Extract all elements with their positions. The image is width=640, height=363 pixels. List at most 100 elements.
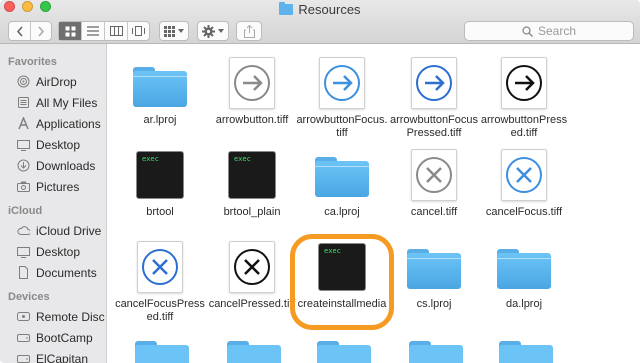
disc-icon (17, 310, 30, 323)
sidebar-item-applications[interactable]: Applications (0, 113, 106, 134)
drive-icon (17, 331, 30, 344)
file-item[interactable]: exec brtool_plain (206, 149, 298, 219)
chevron-down-icon (178, 29, 184, 33)
folder-icon[interactable] (499, 341, 553, 363)
downloads-icon (17, 159, 30, 172)
sidebar-item-label: iCloud Drive (36, 223, 102, 238)
sidebar-item-remote-disc[interactable]: Remote Disc (0, 306, 106, 327)
window-title-text: Resources (298, 2, 361, 17)
file-name: arrowbuttonFocusPressed.tiff (389, 114, 479, 139)
list-view-button[interactable] (82, 22, 105, 40)
coverflow-view-button[interactable] (128, 22, 149, 40)
chevron-down-icon (218, 29, 224, 33)
file-name: ca.lproj (324, 206, 360, 218)
file-item[interactable]: cs.lproj (388, 241, 480, 311)
sidebar-item-desktop[interactable]: Desktop (0, 134, 106, 155)
arrow-right-icon (411, 57, 457, 109)
file-item[interactable]: exec brtool (114, 149, 206, 219)
sidebar-item-label: All My Files (36, 95, 98, 110)
navigation-buttons (8, 21, 52, 41)
desktop-icon (17, 138, 30, 151)
x-circle-icon (411, 149, 457, 201)
sidebar-item-label: Remote Disc (36, 309, 105, 324)
sidebar-item-elcapitan[interactable]: ElCapitan (0, 348, 106, 363)
sidebar-item-label: Desktop (36, 137, 81, 152)
window-title: Resources (0, 2, 640, 17)
sidebar-item-downloads[interactable]: Downloads (0, 155, 106, 176)
sidebar-item-pictures[interactable]: Pictures (0, 176, 106, 197)
terminal-icon: exec (228, 151, 276, 199)
arrow-right-icon (501, 57, 547, 109)
file-item[interactable]: arrowbuttonFocus.tiff (296, 57, 388, 140)
view-mode-selector (58, 21, 150, 41)
sidebar-item-airdrop[interactable]: AirDrop (0, 71, 106, 92)
airdrop-icon (17, 75, 30, 88)
arrow-right-icon (229, 57, 275, 109)
documents-icon (17, 266, 30, 279)
action-button[interactable] (197, 21, 229, 41)
sidebar: Favorites AirDrop All My Files Applicati… (0, 44, 107, 363)
sidebar-section-favorites: Favorites (8, 56, 57, 68)
drive-icon (17, 352, 30, 363)
folder-icon[interactable] (227, 341, 281, 363)
file-name: cs.lproj (416, 298, 452, 310)
cloud-icon (17, 224, 30, 237)
sidebar-item-label: ElCapitan (36, 351, 89, 363)
terminal-icon: exec (136, 151, 184, 199)
file-item[interactable]: arrowbuttonFocusPressed.tiff (388, 57, 480, 140)
folder-icon[interactable] (317, 341, 371, 363)
sidebar-item-documents[interactable]: Documents (0, 262, 106, 283)
icon-view-button[interactable] (59, 22, 82, 40)
sidebar-item-icloud-drive[interactable]: iCloud Drive (0, 220, 106, 241)
folder-icon (315, 157, 369, 197)
file-item[interactable]: cancel.tiff (388, 149, 480, 219)
desktop-icon (17, 245, 30, 258)
arrange-grid-icon (164, 25, 175, 37)
applications-icon (17, 117, 30, 130)
file-name: cancelFocusPressed.tiff (115, 298, 205, 323)
share-button[interactable] (236, 21, 262, 41)
sidebar-item-label: Downloads (36, 158, 96, 173)
gear-icon (202, 24, 215, 38)
file-item[interactable]: ar.lproj (114, 57, 206, 127)
sidebar-item-label: BootCamp (36, 330, 93, 345)
finder-window: Resources Search Favorites AirDrop All M… (0, 0, 640, 363)
x-circle-icon (137, 241, 183, 293)
folder-icon[interactable] (409, 341, 463, 363)
sidebar-item-label: AirDrop (36, 74, 77, 89)
sidebar-item-all-my-files[interactable]: All My Files (0, 92, 106, 113)
forward-button[interactable] (31, 22, 51, 40)
sidebar-item-label: Desktop (36, 244, 81, 259)
column-view-button[interactable] (105, 22, 128, 40)
search-field[interactable]: Search (464, 21, 634, 41)
sidebar-item-label: Pictures (36, 179, 80, 194)
sidebar-item-label: Documents (36, 265, 97, 280)
sidebar-item-icloud-desktop[interactable]: Desktop (0, 241, 106, 262)
arrange-button[interactable] (159, 21, 189, 41)
file-name: cancelFocus.tiff (485, 206, 563, 218)
back-button[interactable] (9, 22, 31, 40)
x-circle-icon (501, 149, 547, 201)
pictures-icon (17, 180, 30, 193)
file-item[interactable]: cancelPressed.tiff (206, 241, 298, 311)
toolbar: Resources Search (0, 0, 640, 44)
file-item[interactable]: cancelFocus.tiff (478, 149, 570, 219)
all-files-icon (17, 96, 30, 109)
file-item[interactable]: arrowbuttonPressed.tiff (478, 57, 570, 140)
folder-icon (497, 249, 551, 289)
share-icon (243, 24, 255, 38)
file-name: brtool (146, 206, 174, 218)
folder-icon (279, 2, 294, 15)
file-name: brtool_plain (223, 206, 281, 218)
folder-icon (407, 249, 461, 289)
sidebar-section-icloud: iCloud (8, 205, 43, 217)
folder-icon[interactable] (135, 341, 189, 363)
file-name: da.lproj (505, 298, 543, 310)
sidebar-item-label: Applications (36, 116, 101, 131)
file-item[interactable]: da.lproj (478, 241, 570, 311)
file-item[interactable]: cancelFocusPressed.tiff (114, 241, 206, 324)
file-item[interactable]: arrowbutton.tiff (206, 57, 298, 127)
sidebar-item-bootcamp[interactable]: BootCamp (0, 327, 106, 348)
folder-icon (133, 67, 187, 107)
file-item[interactable]: ca.lproj (296, 149, 388, 219)
